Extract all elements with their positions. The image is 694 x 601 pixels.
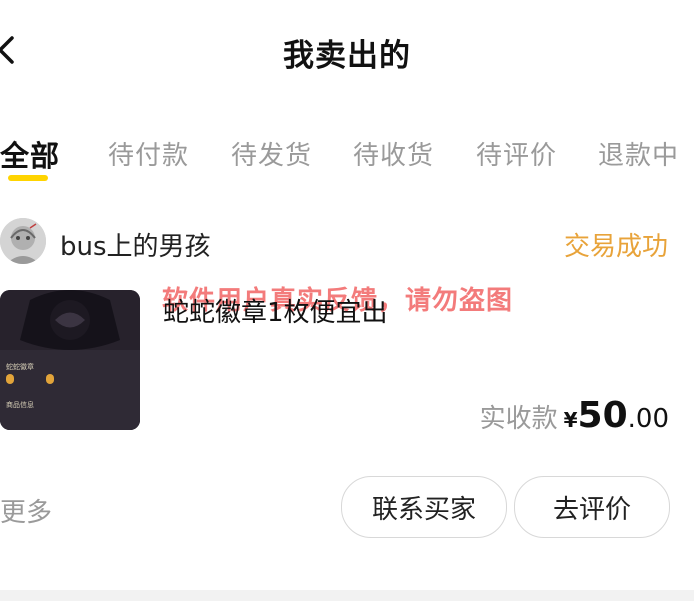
item-title[interactable]: 蛇蛇徽章1枚便宜出 — [163, 292, 388, 329]
price-integer: 50 — [577, 395, 628, 436]
tab-pending-shipment[interactable]: 待发货 — [231, 135, 312, 172]
item-thumbnail[interactable]: 蛇蛇徽章 商品信息 — [0, 290, 140, 430]
tab-refunding[interactable]: 退款中 — [598, 135, 679, 172]
tab-pending-payment[interactable]: 待付款 — [108, 135, 189, 172]
buyer-name[interactable]: bus上的男孩 — [60, 226, 211, 263]
buyer-row: bus上的男孩 交易成功 — [0, 212, 694, 272]
tab-all[interactable]: 全部 — [0, 133, 60, 175]
thumb-chip — [6, 374, 14, 384]
price-label: 实收款 — [479, 404, 558, 434]
order-status: 交易成功 — [563, 232, 668, 262]
thumb-text: 商品信息 — [6, 401, 34, 409]
avatar[interactable] — [0, 218, 46, 264]
price-decimal: .00 — [627, 404, 669, 434]
page-title: 我卖出的 — [283, 38, 411, 74]
price-currency: ¥ — [563, 408, 578, 432]
thumb-text: 蛇蛇徽章 — [6, 363, 34, 371]
tab-bar: 全部 待付款 待发货 待收货 待评价 退款中 — [0, 130, 694, 190]
review-button[interactable]: 去评价 — [514, 476, 670, 538]
bottom-divider — [0, 590, 694, 601]
tab-pending-review[interactable]: 待评价 — [476, 135, 557, 172]
contact-buyer-button[interactable]: 联系买家 — [341, 476, 507, 538]
tab-pending-receipt[interactable]: 待收货 — [353, 135, 434, 172]
price-row: 实收款 ¥50.00 — [480, 395, 669, 436]
thumb-chip — [46, 374, 54, 384]
header: 我卖出的 — [0, 0, 694, 100]
avatar-image — [0, 218, 46, 264]
more-button[interactable]: 更多 — [0, 492, 52, 529]
tab-active-indicator — [8, 175, 48, 181]
